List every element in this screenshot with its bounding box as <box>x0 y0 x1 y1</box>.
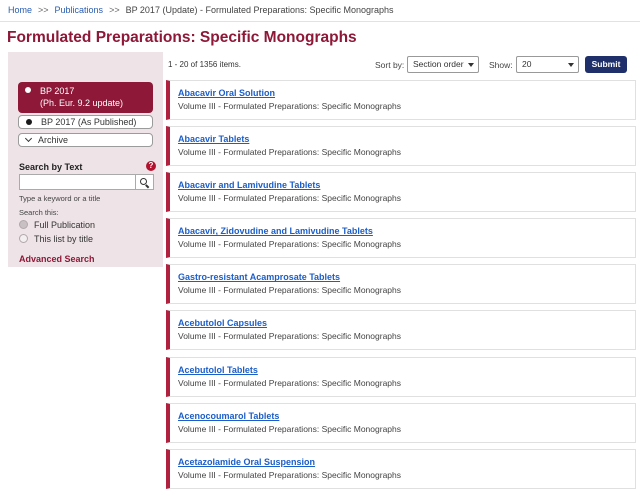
page-title: Formulated Preparations: Specific Monogr… <box>7 29 357 46</box>
sort-select[interactable]: Section order <box>407 56 479 73</box>
result-subtitle: Volume III - Formulated Preparations: Sp… <box>178 469 401 480</box>
result-subtitle: Volume III - Formulated Preparations: Sp… <box>178 377 401 388</box>
radio-icon <box>19 234 28 243</box>
result-title-link[interactable]: Abacavir Oral Solution <box>178 88 275 98</box>
result-title-link[interactable]: Acetazolamide Oral Suspension <box>178 457 315 467</box>
result-card: Acenocoumarol Tablets Volume III - Formu… <box>166 402 636 443</box>
sidebar: BP 2017 (Ph. Eur. 9.2 update) BP 2017 (A… <box>8 52 163 267</box>
radio-dot-icon <box>25 87 31 93</box>
result-subtitle: Volume III - Formulated Preparations: Sp… <box>178 147 401 158</box>
edition-sublabel: (Ph. Eur. 9.2 update) <box>40 98 124 108</box>
result-card: Acetazolamide Oral Suspension Volume III… <box>166 448 636 489</box>
result-title-link[interactable]: Acenocoumarol Tablets <box>178 411 279 421</box>
breadcrumb-publications-link[interactable]: Publications <box>55 5 104 15</box>
show-value: 20 <box>522 59 532 69</box>
chevron-down-icon <box>24 134 33 143</box>
show-label: Show: <box>489 60 513 70</box>
header-divider <box>0 21 640 22</box>
sort-label: Sort by: <box>375 60 405 70</box>
result-title-link[interactable]: Acebutolol Capsules <box>178 318 267 328</box>
result-subtitle: Volume III - Formulated Preparations: Sp… <box>178 423 401 434</box>
result-card: Abacavir Tablets Volume III - Formulated… <box>166 126 636 167</box>
result-card: Acebutolol Capsules Volume III - Formula… <box>166 310 636 351</box>
result-card: Abacavir and Lamivudine Tablets Volume I… <box>166 172 636 213</box>
result-subtitle: Volume III - Formulated Preparations: Sp… <box>178 101 401 111</box>
result-title-link[interactable]: Abacavir, Zidovudine and Lamivudine Tabl… <box>178 226 373 236</box>
breadcrumb-separator: >> <box>109 5 120 15</box>
result-title-link[interactable]: Gastro-resistant Acamprosate Tablets <box>178 272 340 282</box>
items-count: 1 - 20 of 1356 items. <box>168 60 241 69</box>
search-by-text-heading: Search by Text <box>19 162 83 172</box>
breadcrumb-separator: >> <box>38 5 49 15</box>
results-list: Abacavir Oral Solution Volume III - Form… <box>166 80 636 495</box>
search-hint: Type a keyword or a title <box>19 194 101 203</box>
result-card: Acebutolol Tablets Volume III - Formulat… <box>166 356 636 397</box>
help-icon[interactable]: ? <box>146 161 156 171</box>
breadcrumb-home-link[interactable]: Home <box>8 5 32 15</box>
scope-option-label: This list by title <box>34 234 94 244</box>
radio-selected-icon <box>19 220 28 229</box>
result-subtitle: Volume III - Formulated Preparations: Sp… <box>178 331 401 342</box>
advanced-search-link[interactable]: Advanced Search <box>19 254 95 264</box>
search-scope-label: Search this: <box>19 208 59 217</box>
breadcrumb-current: BP 2017 (Update) - Formulated Preparatio… <box>125 5 394 15</box>
search-icon-handle <box>145 184 150 189</box>
result-title-link[interactable]: Abacavir and Lamivudine Tablets <box>178 180 320 190</box>
edition-label: BP 2017 <box>40 86 75 96</box>
breadcrumb: Home >> Publications >> BP 2017 (Update) - F… <box>8 5 394 15</box>
result-title-link[interactable]: Abacavir Tablets <box>178 134 249 144</box>
scope-option-this-list[interactable]: This list by title <box>19 233 93 245</box>
archive-label: Archive <box>38 135 69 145</box>
result-card: Abacavir Oral Solution Volume III - Form… <box>166 80 636 120</box>
dropdown-arrow-icon <box>468 63 474 67</box>
result-card: Abacavir, Zidovudine and Lamivudine Tabl… <box>166 218 636 259</box>
result-title-link[interactable]: Acebutolol Tablets <box>178 365 258 375</box>
search-input[interactable] <box>19 174 136 190</box>
submit-button[interactable]: Submit <box>585 56 627 73</box>
edition-bp2017-published-button[interactable]: BP 2017 (As Published) <box>18 115 153 129</box>
result-subtitle: Volume III - Formulated Preparations: Sp… <box>178 239 401 250</box>
archive-toggle[interactable]: Archive <box>18 133 153 147</box>
search-button[interactable] <box>136 174 154 190</box>
radio-dot-icon <box>26 119 32 125</box>
result-subtitle: Volume III - Formulated Preparations: Sp… <box>178 193 401 204</box>
edition-label: BP 2017 (As Published) <box>41 117 137 127</box>
result-card: Gastro-resistant Acamprosate Tablets Vol… <box>166 264 636 305</box>
show-select[interactable]: 20 <box>516 56 579 73</box>
scope-option-full-publication[interactable]: Full Publication <box>19 219 95 231</box>
result-subtitle: Volume III - Formulated Preparations: Sp… <box>178 285 401 296</box>
sort-value: Section order <box>413 59 464 69</box>
dropdown-arrow-icon <box>568 63 574 67</box>
edition-bp2017-update-button[interactable]: BP 2017 (Ph. Eur. 9.2 update) <box>18 82 153 113</box>
scope-option-label: Full Publication <box>34 220 96 230</box>
